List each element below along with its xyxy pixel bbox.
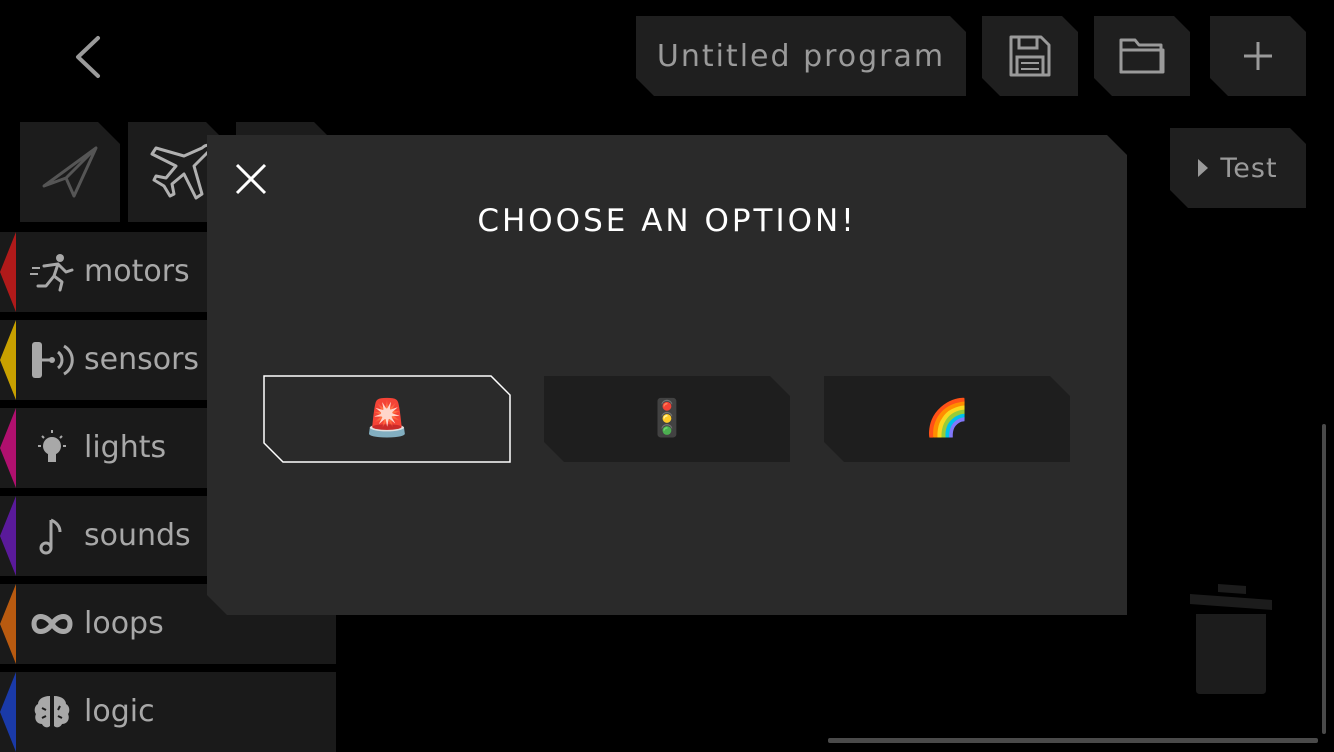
trash-icon (1190, 584, 1272, 694)
program-name-label: Untitled program (656, 38, 946, 74)
option-siren[interactable]: 🚨 (263, 375, 511, 463)
vertical-scrollbar[interactable] (1322, 424, 1326, 734)
new-program-button[interactable] (1210, 16, 1306, 96)
mode-paper-plane-button[interactable] (20, 122, 120, 222)
horizontal-scrollbar[interactable] (828, 738, 1318, 743)
category-label: loops (84, 606, 164, 641)
category-logic[interactable]: logic (0, 672, 336, 752)
category-color-tab (0, 584, 16, 664)
category-color-tab (0, 672, 16, 752)
music-note-icon (30, 516, 74, 556)
close-button[interactable] (233, 161, 269, 197)
siren-icon: 🚨 (364, 398, 410, 439)
open-folder-button[interactable] (1094, 16, 1190, 96)
category-label: logic (84, 694, 155, 729)
category-label: lights (84, 430, 167, 465)
folder-icon (1117, 34, 1167, 78)
category-color-tab (0, 320, 16, 400)
trash-bin[interactable] (1188, 580, 1274, 696)
paper-plane-icon (20, 122, 120, 222)
play-icon (1198, 159, 1208, 177)
category-label: motors (84, 254, 190, 289)
save-button[interactable] (982, 16, 1078, 96)
category-color-tab (0, 496, 16, 576)
option-traffic-light[interactable]: 🚦 (544, 376, 790, 462)
category-label: sensors (84, 342, 200, 377)
close-icon (233, 161, 269, 197)
category-color-tab (0, 232, 16, 312)
chevron-left-icon (76, 36, 100, 78)
plus-icon (1241, 39, 1275, 73)
traffic-light-icon: 🚦 (644, 398, 690, 439)
test-button[interactable]: Test (1170, 128, 1306, 208)
choose-option-modal: CHOOSE AN OPTION! 🚨 🚦 🌈 (207, 135, 1127, 615)
rainbow-icon: 🌈 (924, 398, 970, 439)
brain-icon (30, 692, 74, 732)
running-motor-icon (30, 252, 74, 292)
option-rainbow[interactable]: 🌈 (824, 376, 1070, 462)
category-label: sounds (84, 518, 191, 553)
category-color-tab (0, 408, 16, 488)
program-name-field[interactable]: Untitled program (636, 16, 966, 96)
infinity-icon (30, 604, 74, 644)
back-button[interactable] (60, 30, 120, 84)
lightbulb-icon (30, 428, 74, 468)
floppy-disk-icon (1007, 33, 1053, 79)
sensor-icon (30, 340, 74, 380)
test-label: Test (1220, 152, 1278, 184)
modal-title: CHOOSE AN OPTION! (477, 203, 857, 239)
